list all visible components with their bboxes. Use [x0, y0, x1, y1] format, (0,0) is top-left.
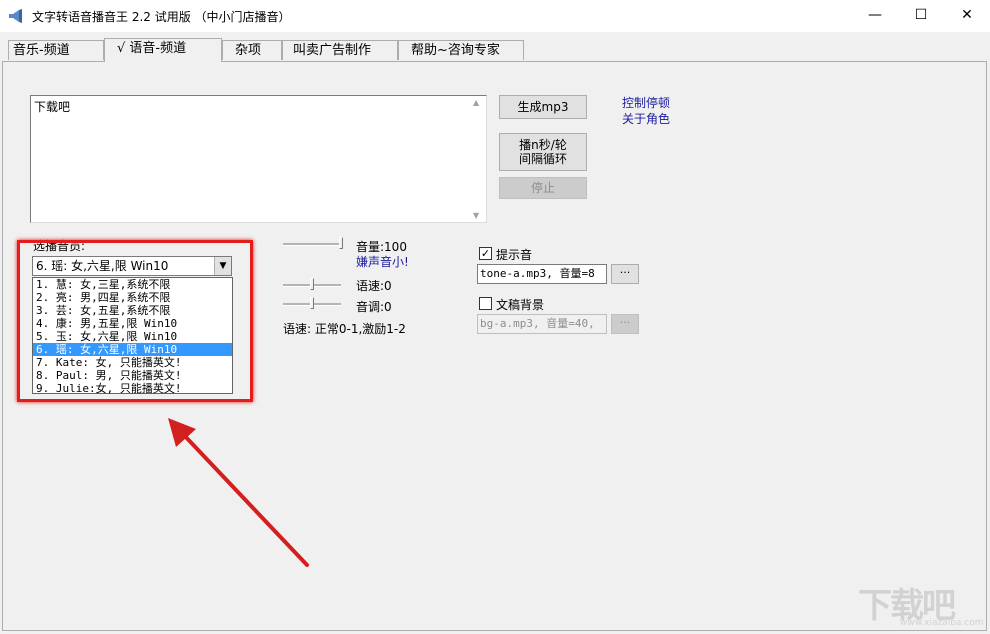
tone-label: 提示音 [496, 248, 533, 262]
text-scrollbar[interactable]: ▲ ▼ [470, 96, 486, 222]
tab-bar: 音乐-频道 √ 语音-频道 杂项 叫卖广告制作 帮助~咨询专家 [0, 38, 990, 62]
annotation-arrow-icon [168, 418, 309, 567]
scroll-down-icon[interactable]: ▼ [473, 211, 479, 220]
tab-music-channel[interactable]: 音乐-频道 [8, 40, 104, 60]
tone-file-field[interactable]: tone-a.mp3, 音量=8 [477, 264, 607, 284]
speed-thumb[interactable] [310, 278, 314, 290]
generate-mp3-button[interactable]: 生成mp3 [499, 95, 587, 119]
tone-checkbox[interactable]: ✓ [479, 247, 492, 260]
speed-note: 语速: 正常0-1,激励1-2 [283, 322, 406, 336]
volume-boost-link[interactable]: 嫌声音小! [356, 253, 409, 270]
tab-misc[interactable]: 杂项 [222, 40, 282, 60]
speed-label: 语速:0 [356, 279, 392, 293]
tab-voice-channel[interactable]: √ 语音-频道 [104, 38, 222, 62]
volume-thumb[interactable] [339, 237, 343, 249]
background-label: 文稿背景 [496, 298, 545, 312]
pause-control-link[interactable]: 控制停顿 [622, 94, 670, 111]
background-browse-button[interactable]: ··· [611, 314, 639, 334]
volume-track [283, 243, 343, 246]
volume-slider[interactable] [283, 234, 345, 254]
scroll-up-icon[interactable]: ▲ [473, 98, 479, 107]
tone-browse-button[interactable]: ··· [611, 264, 639, 284]
stop-button[interactable]: 停止 [499, 177, 587, 199]
close-button[interactable]: ✕ [944, 0, 990, 32]
pitch-slider[interactable] [283, 294, 345, 314]
pitch-label: 音调:0 [356, 300, 392, 314]
background-checkbox[interactable] [479, 297, 492, 310]
speed-slider[interactable] [283, 275, 345, 295]
minimize-button[interactable]: — [852, 0, 898, 32]
window-title: 文字转语音播音王 2.2 试用版 （中小门店播音） [32, 10, 291, 24]
tab-ad-maker[interactable]: 叫卖广告制作 [282, 40, 398, 60]
title-bar: 文字转语音播音王 2.2 试用版 （中小门店播音） — ☐ ✕ [0, 0, 990, 32]
play-loop-line2: 间隔循环 [518, 152, 567, 166]
play-loop-button[interactable]: 播n秒/轮 间隔循环 [499, 133, 587, 171]
maximize-button[interactable]: ☐ [898, 0, 944, 32]
about-role-link[interactable]: 关于角色 [622, 110, 670, 127]
pitch-thumb[interactable] [310, 297, 314, 309]
tab-help-expert[interactable]: 帮助~咨询专家 [398, 40, 524, 60]
watermark-url: www.xiazaiba.com [900, 618, 984, 628]
speech-text-input[interactable]: 下载吧 ▲ ▼ [30, 95, 487, 223]
annotation-highlight-box [17, 240, 253, 402]
speech-text: 下载吧 [34, 100, 71, 114]
play-loop-line1: 播n秒/轮 [519, 138, 567, 152]
background-file-field[interactable]: bg-a.mp3, 音量=40, [477, 314, 607, 334]
speaker-app-icon [9, 9, 22, 23]
